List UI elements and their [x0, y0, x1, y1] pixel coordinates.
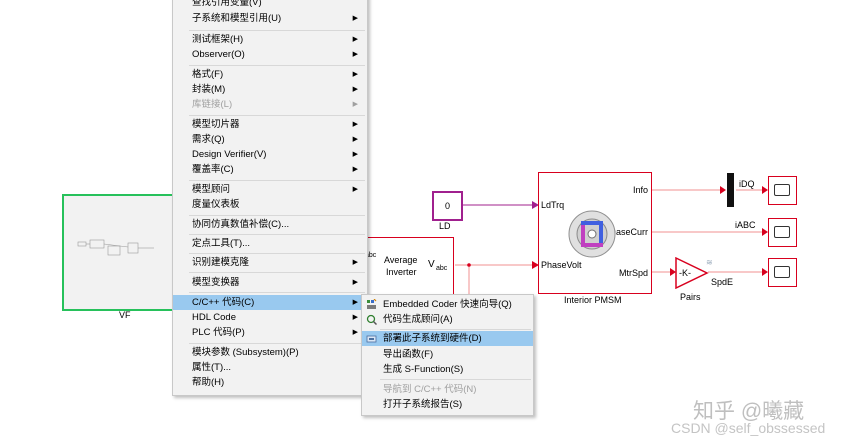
- subsystem-preview-icon: [77, 239, 154, 256]
- menu-item-library-link[interactable]: 库链接(L) ▶: [173, 97, 367, 112]
- submenu-arrow-icon: ▶: [352, 299, 358, 306]
- signal-label-idq: iDQ: [739, 179, 755, 189]
- submenu-arrow-icon: ▶: [352, 86, 358, 93]
- context-menu: 查找引用变量(V) 子系统和模型引用(U) ▶ 测试框架(H) ▶ Observer…: [172, 0, 368, 396]
- inverter-title-line1: Average: [384, 255, 418, 265]
- submenu-item-code-gen-advisor[interactable]: 代码生成顾问(A): [362, 312, 533, 327]
- scope-screen-icon: [774, 184, 790, 196]
- menu-item-hdl-code[interactable]: HDL Code ▶: [173, 310, 367, 325]
- submenu-arrow-icon: ▶: [352, 279, 358, 286]
- menu-separator: [380, 379, 531, 380]
- submenu-arrow-icon: ▶: [352, 71, 358, 78]
- menu-separator: [189, 272, 365, 273]
- menu-separator: [189, 30, 365, 31]
- menu-item-format[interactable]: 格式(F) ▶: [173, 67, 367, 82]
- menu-item-identify-clones[interactable]: 识别建模克隆 ▶: [173, 255, 367, 270]
- submenu-arrow-icon: ▶: [352, 186, 358, 193]
- menu-separator: [189, 65, 365, 66]
- wireless-icon: ≋: [706, 258, 713, 267]
- motor-icon: [568, 210, 616, 258]
- menu-separator: [189, 253, 365, 254]
- pmsm-in-phasevolt: PhaseVolt: [541, 260, 582, 270]
- submenu-arrow-icon: ▶: [352, 151, 358, 158]
- submenu-arrow-icon: ▶: [352, 121, 358, 128]
- constant-block-label: LD: [439, 221, 451, 231]
- inverter-title-line2: Inverter: [386, 267, 417, 277]
- submenu-item-navigate-to-code[interactable]: 导航到 C/C++ 代码(N): [362, 382, 533, 397]
- menu-separator: [189, 234, 365, 235]
- inverter-out-port-v: V: [428, 259, 435, 270]
- submenu-item-generate-s-function[interactable]: 生成 S-Function(S): [362, 362, 533, 377]
- pmsm-block-label: Interior PMSM: [564, 295, 622, 305]
- scope-screen-icon: [774, 266, 790, 278]
- demux-block[interactable]: [727, 173, 734, 207]
- scope-screen-icon: [774, 226, 790, 238]
- submenu-item-open-subsystem-report[interactable]: 打开子系统报告(S): [362, 397, 533, 412]
- pmsm-in-ldtrq: LdTrq: [541, 200, 565, 210]
- submenu-arrow-icon: ▶: [352, 15, 358, 22]
- submenu-arrow-icon: ▶: [352, 166, 358, 173]
- menu-item-test-harness[interactable]: 测试框架(H) ▶: [173, 32, 367, 47]
- menu-item-requirements[interactable]: 需求(Q) ▶: [173, 132, 367, 147]
- menu-item-properties[interactable]: 属性(T)...: [173, 360, 367, 375]
- menu-item-subsystem-model-ref[interactable]: 子系统和模型引用(U) ▶: [173, 11, 367, 26]
- menu-separator: [380, 329, 531, 330]
- submenu-arrow-icon: ▶: [352, 101, 358, 108]
- gain-value: -K-: [679, 268, 691, 278]
- menu-item-cosim-compensation[interactable]: 协同仿真数值补偿(C)...: [173, 217, 367, 232]
- menu-separator: [189, 292, 365, 293]
- menu-item-model-transformer[interactable]: 模型变换器 ▶: [173, 275, 367, 290]
- scope-spde[interactable]: [768, 258, 797, 287]
- constant-block[interactable]: 0: [432, 191, 463, 221]
- menu-item-coverage[interactable]: 覆盖率(C) ▶: [173, 162, 367, 177]
- menu-separator: [189, 215, 365, 216]
- submenu-arrow-icon: ▶: [352, 36, 358, 43]
- wizard-icon: [367, 299, 377, 309]
- menu-item-plc-code[interactable]: PLC 代码(P) ▶: [173, 325, 367, 340]
- submenu-item-export-functions[interactable]: 导出函数(F): [362, 347, 533, 362]
- menu-item-find-referenced-vars[interactable]: 查找引用变量(V): [173, 0, 367, 10]
- constant-value: 0: [444, 201, 450, 211]
- submenu-item-deploy-to-hardware[interactable]: 部署此子系统到硬件(D): [362, 331, 533, 346]
- submenu-arrow-icon: ▶: [352, 314, 358, 321]
- signal-label-spde: SpdE: [711, 277, 734, 287]
- c-cpp-code-submenu: Embedded Coder 快速向导(Q) 代码生成顾问(A) 部署此子系统到…: [361, 294, 534, 416]
- menu-item-help[interactable]: 帮助(H): [173, 375, 367, 390]
- interior-pmsm-block[interactable]: LdTrq PhaseVolt Info PhaseCurr MtrSpd: [538, 172, 652, 294]
- csdn-watermark: CSDN @self_obssessed: [671, 420, 826, 436]
- menu-item-design-verifier[interactable]: Design Verifier(V) ▶: [173, 147, 367, 162]
- hardware-icon: [366, 335, 377, 343]
- advisor-icon: [366, 314, 377, 325]
- submenu-arrow-icon: ▶: [352, 329, 358, 336]
- menu-item-model-slicer[interactable]: 模型切片器 ▶: [173, 117, 367, 132]
- scope-iabc[interactable]: [768, 218, 797, 247]
- gain-block-label: Pairs: [680, 292, 701, 302]
- scope-idq[interactable]: [768, 176, 797, 205]
- menu-item-mask[interactable]: 封装(M) ▶: [173, 82, 367, 97]
- menu-item-c-cpp-code[interactable]: C/C++ 代码(C) ▶: [173, 295, 367, 310]
- menu-item-model-advisor[interactable]: 模型顾问 ▶: [173, 182, 367, 197]
- pmsm-out-info: Info: [632, 185, 648, 195]
- submenu-item-embedded-coder-wizard[interactable]: Embedded Coder 快速向导(Q): [362, 297, 533, 312]
- menu-separator: [189, 343, 365, 344]
- vf-block-label: VF: [119, 310, 131, 320]
- submenu-arrow-icon: ▶: [352, 259, 358, 266]
- menu-item-fixed-point-tool[interactable]: 定点工具(T)...: [173, 236, 367, 251]
- average-inverter-block[interactable]: abc lc Average Inverter V abc: [362, 237, 454, 313]
- submenu-arrow-icon: ▶: [352, 136, 358, 143]
- inverter-out-port-abc: abc: [436, 265, 448, 272]
- menu-separator: [189, 115, 365, 116]
- menu-item-metrics-dashboard[interactable]: 度量仪表板: [173, 197, 367, 212]
- submenu-arrow-icon: ▶: [352, 51, 358, 58]
- vf-subsystem-block[interactable]: [62, 194, 181, 311]
- menu-item-block-parameters[interactable]: 模块参数 (Subsystem)(P): [173, 345, 367, 360]
- signal-label-iabc: iABC: [735, 220, 756, 230]
- menu-item-observer[interactable]: Observer(O) ▶: [173, 47, 367, 62]
- menu-separator: [189, 180, 365, 181]
- pmsm-out-mtrspd: MtrSpd: [618, 268, 648, 278]
